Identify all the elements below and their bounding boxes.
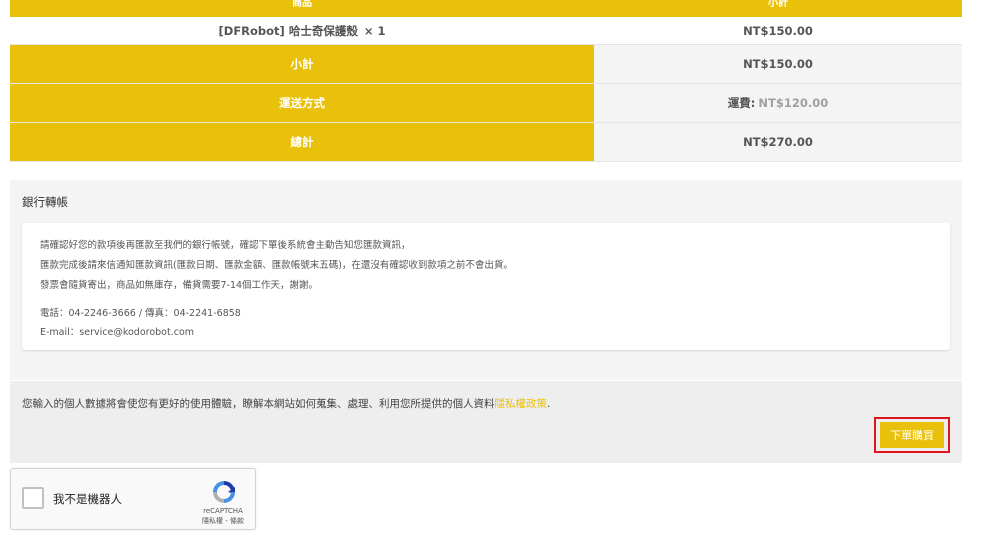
bank-transfer-panel: 銀行轉帳 請確認好您的款項後再匯款至我們的銀行帳號，確認下單後系統會主動告知您匯… bbox=[10, 180, 962, 380]
subtotal-row: 小計 NT$150.00 bbox=[10, 45, 962, 84]
order-item-row: [DFRobot] 哈士奇保護殼 × 1 NT$150.00 bbox=[10, 17, 962, 45]
total-value: NT$270.00 bbox=[594, 123, 962, 161]
contact-email: E-mail：service@kodorobot.com bbox=[40, 327, 195, 338]
privacy-notice-period: . bbox=[547, 398, 551, 410]
shipping-fee-label: 運費: bbox=[727, 96, 756, 110]
subtotal-label: 小計 bbox=[10, 45, 594, 83]
order-summary-table: 商品 小計 [DFRobot] 哈士奇保護殼 × 1 NT$150.00 小計 … bbox=[10, 0, 962, 162]
contact-phone-fax: 電話：04-2246-3666 / 傳真：04-2241-6858 bbox=[40, 308, 241, 319]
privacy-notice-text: 您輸入的個人數據將會使您有更好的使用體驗，瞭解本網站如何蒐集、處理、利用您所提供… bbox=[22, 398, 495, 410]
instruction-line: 匯款完成後請來信通知匯款資訊(匯款日期、匯款金額、匯款帳號末五碼)，在還沒有確認… bbox=[40, 260, 513, 271]
recaptcha-terms-link[interactable]: 隱私權 - 條款 bbox=[194, 516, 252, 526]
product-quantity: × 1 bbox=[363, 23, 386, 38]
recaptcha-brand: reCAPTCHA bbox=[203, 507, 243, 515]
table-header-row: 商品 小計 bbox=[10, 0, 962, 17]
total-row: 總計 NT$270.00 bbox=[10, 123, 962, 162]
product-name: [DFRobot] 哈士奇保護殼 bbox=[218, 23, 358, 38]
instruction-line: 發票會隨貨寄出，商品如無庫存，備貨需要7-14個工作天，謝謝。 bbox=[40, 280, 319, 291]
recaptcha-label: 我不是機器人 bbox=[53, 492, 122, 506]
privacy-notice: 您輸入的個人數據將會使您有更好的使用體驗，瞭解本網站如何蒐集、處理、利用您所提供… bbox=[22, 396, 550, 411]
order-item-subtotal: NT$150.00 bbox=[743, 23, 813, 38]
privacy-policy-link[interactable]: 隱私權政策 bbox=[495, 398, 548, 410]
order-item-name: [DFRobot] 哈士奇保護殼 × 1 bbox=[10, 17, 594, 44]
bank-transfer-instructions: 請確認好您的款項後再匯款至我們的銀行帳號，確認下單後系統會主動告知您匯款資訊， … bbox=[22, 223, 950, 350]
recaptcha-widget: 我不是機器人 reCAPTCHA 隱私權 - 條款 bbox=[10, 468, 256, 530]
shipping-fee: 運費: NT$120.00 bbox=[594, 84, 962, 122]
payment-method-title: 銀行轉帳 bbox=[22, 195, 68, 209]
place-order-button[interactable]: 下單購買 bbox=[880, 422, 944, 448]
place-order-panel: 您輸入的個人數據將會使您有更好的使用體驗，瞭解本網站如何蒐集、處理、利用您所提供… bbox=[10, 381, 962, 463]
subtotal-value: NT$150.00 bbox=[594, 45, 962, 83]
shipping-label: 運送方式 bbox=[10, 84, 594, 122]
header-subtotal: 小計 bbox=[768, 0, 788, 9]
recaptcha-logo-icon bbox=[213, 481, 235, 503]
header-product: 商品 bbox=[292, 0, 312, 9]
shipping-fee-value: NT$120.00 bbox=[758, 96, 829, 110]
submit-highlight-box: 下單購買 bbox=[874, 417, 950, 453]
recaptcha-checkbox[interactable] bbox=[22, 487, 44, 509]
checkout-page: 商品 小計 [DFRobot] 哈士奇保護殼 × 1 NT$150.00 小計 … bbox=[0, 0, 1000, 535]
instruction-line: 請確認好您的款項後再匯款至我們的銀行帳號，確認下單後系統會主動告知您匯款資訊， bbox=[40, 240, 411, 251]
shipping-row: 運送方式 運費: NT$120.00 bbox=[10, 84, 962, 123]
total-label: 總計 bbox=[10, 123, 594, 161]
